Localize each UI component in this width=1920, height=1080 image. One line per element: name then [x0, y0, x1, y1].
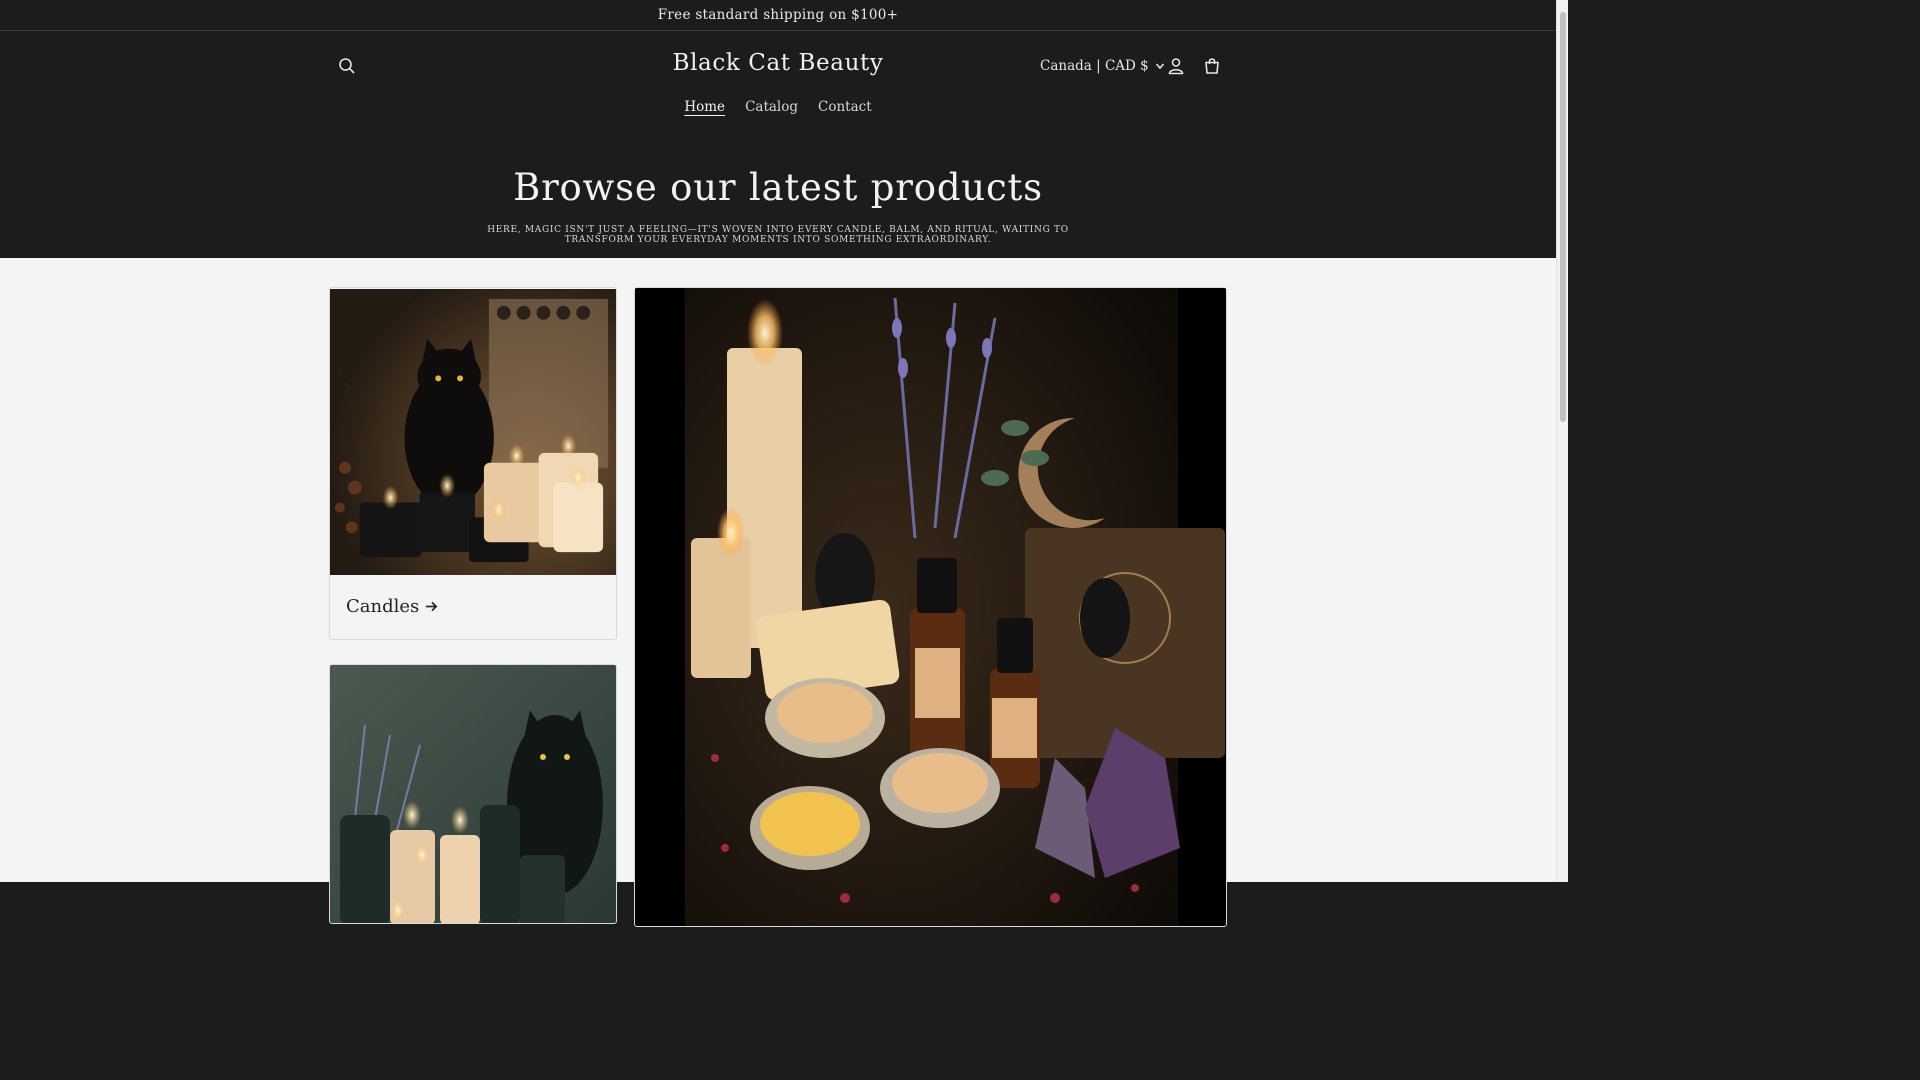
logo-wrapper: Black Cat Beauty: [0, 50, 1556, 76]
collection-card-candles[interactable]: Candles: [329, 287, 617, 640]
collection-card-third[interactable]: [329, 664, 617, 924]
announcement-text: Free standard shipping on $100+: [657, 7, 899, 23]
main-nav: Home Catalog Contact: [0, 99, 1556, 115]
featured-products-image: [635, 288, 1226, 926]
collection-title: Candles: [346, 596, 420, 617]
nav-item-home[interactable]: Home: [684, 99, 725, 115]
collection-card-featured[interactable]: [634, 287, 1227, 927]
currency-label: Canada | CAD $: [1040, 58, 1149, 74]
page-scrollbar[interactable]: [1556, 0, 1568, 882]
collection-link-candles[interactable]: Candles: [346, 596, 438, 617]
search-icon[interactable]: [331, 50, 363, 82]
scrollbar-thumb[interactable]: [1560, 12, 1566, 422]
announcement-bar: Free standard shipping on $100+: [0, 0, 1556, 31]
currency-selector[interactable]: Canada | CAD $: [1040, 53, 1165, 79]
cart-icon[interactable]: [1196, 50, 1228, 82]
hero-section: Browse our latest products HERE, MAGIC I…: [0, 166, 1556, 245]
page-title: Browse our latest products: [513, 166, 1043, 209]
site-logo[interactable]: Black Cat Beauty: [673, 50, 884, 76]
collections-section: Candles: [0, 258, 1556, 927]
site-header: Black Cat Beauty Canada | CAD $: [0, 31, 1556, 101]
nav-item-contact[interactable]: Contact: [818, 99, 872, 115]
hero-subtitle: HERE, MAGIC ISN'T JUST A FEELING—IT'S WO…: [487, 225, 1069, 245]
teal-collection-image: [330, 665, 616, 923]
account-icon[interactable]: [1160, 50, 1192, 82]
candles-image: [330, 289, 616, 575]
arrow-right-icon: [426, 601, 438, 612]
nav-item-catalog[interactable]: Catalog: [745, 99, 798, 115]
